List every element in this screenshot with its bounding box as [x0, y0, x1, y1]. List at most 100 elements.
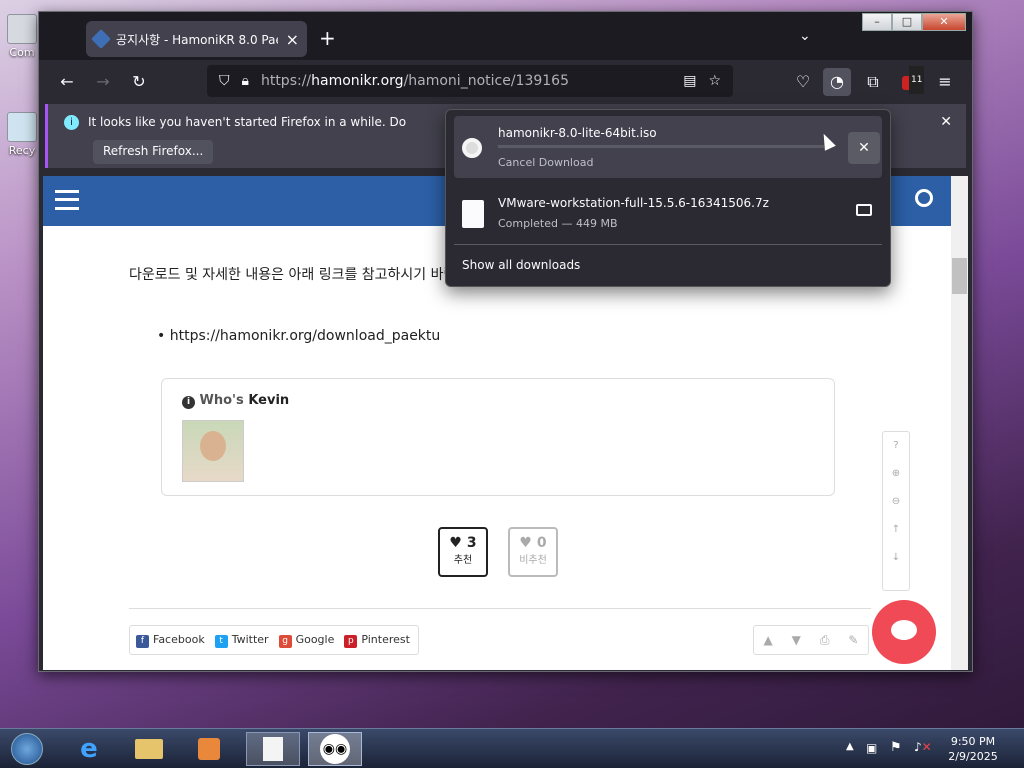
forward-arrow-icon[interactable]: → — [89, 68, 117, 96]
internet-explorer-icon: e — [80, 734, 98, 764]
tab-bar: 공지사항 - HamoniKR 8.0 Paektu × + ⌄ – □ ✕ — [39, 12, 972, 60]
download-item-active[interactable]: hamonikr-8.0-lite-64bit.iso Cancel Downl… — [454, 116, 882, 178]
download-link[interactable]: https://hamonikr.org/download_paektu — [170, 328, 441, 344]
arrow-down-icon[interactable]: ↓ — [883, 544, 909, 572]
google-icon: g — [278, 634, 292, 648]
share-bar: f Facebook t Twitter g Google p Pinterest — [129, 625, 419, 655]
tab-active[interactable]: 공지사항 - HamoniKR 8.0 Paektu × — [86, 21, 307, 57]
new-tab-button[interactable]: + — [319, 26, 336, 50]
print-icon[interactable]: ⎙ — [820, 633, 830, 648]
side-tools: ? ⊕ ⊖ ↑ ↓ — [882, 431, 910, 591]
attach-icon[interactable]: ✎ — [848, 633, 858, 647]
taskbar-explorer[interactable] — [122, 732, 176, 766]
twitter-share-button[interactable]: t Twitter — [214, 633, 269, 648]
close-window-button[interactable]: ✕ — [922, 13, 966, 31]
download-status: Completed — 449 MB — [498, 217, 618, 230]
taskbar-media-player[interactable] — [182, 732, 236, 766]
start-button[interactable] — [0, 732, 54, 766]
download-progress-bar — [498, 145, 824, 148]
minimize-button[interactable]: – — [862, 13, 892, 31]
vote-down-button[interactable]: ♥ 0 비추천 — [508, 527, 558, 577]
author-heading: i Who's Kevin — [182, 393, 289, 409]
url-bar[interactable]: ⛉ 🔒︎ https://hamonikr.org/hamoni_notice/… — [207, 65, 733, 97]
menu-hamburger-icon[interactable]: ≡ — [931, 68, 959, 96]
facebook-icon: f — [136, 634, 149, 648]
folder-icon — [135, 739, 163, 759]
lock-icon[interactable]: 🔒︎ — [242, 73, 249, 89]
pinterest-share-button[interactable]: p Pinterest — [344, 633, 410, 648]
network-icon[interactable]: ▣ — [866, 741, 877, 755]
reload-icon[interactable]: ↻ — [125, 68, 153, 96]
taskbar-ie[interactable]: e — [62, 732, 116, 766]
scroll-down-icon[interactable]: ▼ — [792, 633, 801, 647]
tab-close-button[interactable]: × — [286, 30, 299, 49]
addon-badge: 11 — [909, 66, 925, 94]
extensions-icon[interactable]: ⧉ — [859, 68, 887, 96]
cancel-download-button[interactable]: ✕ — [848, 132, 880, 164]
download-status: Cancel Download — [498, 156, 594, 169]
google-share-button[interactable]: g Google — [278, 633, 334, 648]
tracking-shield-icon[interactable]: ⛉ — [219, 73, 230, 89]
download-item-completed[interactable]: VMware-workstation-full-15.5.6-16341506.… — [454, 184, 882, 246]
nav-toolbar: ← → ↻ ⛉ 🔒︎ https://hamonikr.org/hamoni_n… — [39, 60, 972, 104]
info-circle-icon: i — [182, 396, 195, 409]
document-icon — [263, 737, 283, 761]
recycle-bin-icon — [7, 112, 37, 142]
download-link-item: • https://hamonikr.org/download_paektu — [157, 328, 441, 344]
windows-logo-icon — [11, 733, 43, 765]
volume-muted-icon[interactable]: ♪✕ — [914, 740, 932, 754]
tab-title: 공지사항 - HamoniKR 8.0 Paektu — [116, 32, 278, 47]
maximize-button[interactable]: □ — [892, 13, 922, 31]
chat-bubble-icon — [891, 620, 917, 640]
intro-text: 다운로드 및 자세한 내용은 아래 링크를 참고하시기 바랍니다. — [129, 267, 487, 283]
post-tools: ▲ ▼ ⎙ ✎ — [753, 625, 869, 655]
file-icon — [462, 200, 484, 228]
author-box: i Who's Kevin — [161, 378, 835, 496]
notification-text: It looks like you haven't started Firefo… — [88, 115, 408, 129]
url-text[interactable]: https://hamonikr.org/hamoni_notice/13916… — [261, 73, 671, 89]
arrow-up-icon[interactable]: ↑ — [883, 516, 909, 544]
tray-expand-icon[interactable]: ▲ — [846, 741, 854, 752]
download-filename: VMware-workstation-full-15.5.6-16341506.… — [498, 196, 769, 210]
taskbar: e ◉◉ ▲ ▣ ⚑ ♪✕ 9:50 PM 2/9/2025 — [0, 728, 1024, 768]
list-all-tabs-chevron-icon[interactable]: ⌄ — [799, 28, 811, 44]
bookmark-star-icon[interactable]: ☆ — [708, 73, 721, 89]
facebook-share-button[interactable]: f Facebook — [136, 633, 205, 648]
twitter-icon: t — [214, 634, 228, 648]
pinterest-icon: p — [344, 634, 358, 648]
reader-view-icon[interactable]: ▤ — [683, 73, 696, 89]
vote-up-button[interactable]: ♥ 3 추천 — [438, 527, 488, 577]
computer-icon — [7, 14, 37, 44]
notification-close-icon[interactable]: ✕ — [940, 114, 952, 130]
downloads-button[interactable]: ◔ — [823, 68, 851, 96]
info-icon: i — [64, 115, 79, 130]
scroll-up-icon[interactable]: ▲ — [763, 633, 772, 647]
chat-fab-button[interactable] — [872, 600, 936, 664]
help-icon[interactable]: ? — [883, 432, 909, 460]
show-all-downloads-button[interactable]: Show all downloads — [462, 258, 580, 272]
zoom-in-icon[interactable]: ⊕ — [883, 460, 909, 488]
back-arrow-icon[interactable]: ← — [53, 68, 81, 96]
action-center-flag-icon[interactable]: ⚑ — [890, 740, 902, 755]
media-player-icon — [198, 738, 220, 760]
disc-file-icon — [462, 138, 482, 158]
open-folder-icon[interactable] — [856, 204, 872, 216]
site-favicon-icon — [91, 29, 111, 49]
firefox-window: 공지사항 - HamoniKR 8.0 Paektu × + ⌄ – □ ✕ ←… — [38, 11, 973, 672]
taskbar-notepad[interactable] — [246, 732, 300, 766]
refresh-firefox-button[interactable]: Refresh Firefox... — [93, 140, 214, 164]
search-icon[interactable] — [915, 189, 933, 207]
zoom-out-icon[interactable]: ⊖ — [883, 488, 909, 516]
addon-icon[interactable]: 11 — [895, 66, 925, 96]
download-filename: hamonikr-8.0-lite-64bit.iso — [498, 126, 657, 140]
content-divider — [129, 608, 871, 609]
pocket-icon[interactable]: ♡ — [789, 68, 817, 96]
avatar[interactable] — [182, 420, 244, 482]
hamburger-menu-icon[interactable] — [55, 190, 79, 210]
private-browsing-icon: ◉◉ — [320, 734, 350, 764]
page-scrollbar[interactable] — [951, 176, 968, 670]
system-clock[interactable]: 9:50 PM 2/9/2025 — [945, 734, 1001, 764]
window-controls: – □ ✕ — [862, 13, 966, 31]
scrollbar-thumb[interactable] — [952, 258, 967, 294]
taskbar-firefox-private[interactable]: ◉◉ — [308, 732, 362, 766]
